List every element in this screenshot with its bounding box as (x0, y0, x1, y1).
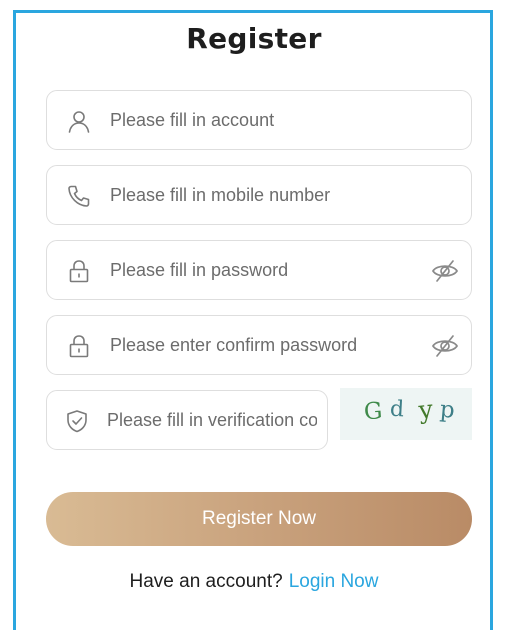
eye-slash-icon[interactable] (431, 259, 459, 283)
mobile-field[interactable]: Please fill in mobile number (46, 165, 472, 225)
captcha-char: y (416, 394, 435, 425)
password-field[interactable]: Please fill in password (46, 240, 472, 300)
captcha-image[interactable]: G d y p (340, 388, 472, 440)
verification-field[interactable]: Please fill in verification code (46, 390, 328, 450)
captcha-char: G (363, 398, 383, 425)
captcha-char: d (389, 397, 404, 423)
password-placeholder: Please fill in password (110, 260, 289, 280)
have-account-text: Have an account? (129, 571, 283, 592)
confirm-password-placeholder: Please enter confirm password (110, 335, 358, 355)
register-now-button[interactable]: Register Now (46, 492, 472, 546)
login-now-link[interactable]: Login Now (289, 571, 379, 592)
mobile-placeholder: Please fill in mobile number (110, 185, 331, 205)
login-prompt: Have an account? Login Now (0, 571, 508, 593)
confirm-password-field[interactable]: Please enter confirm password (46, 315, 472, 375)
page-title: Register (186, 22, 322, 55)
phone-icon (67, 184, 91, 208)
verification-placeholder: Please fill in verification code (107, 410, 317, 430)
lock-icon (67, 334, 91, 358)
account-placeholder: Please fill in account (110, 110, 275, 130)
eye-slash-icon[interactable] (431, 334, 459, 358)
account-field[interactable]: Please fill in account (46, 90, 472, 150)
captcha-char: p (439, 397, 456, 424)
shield-check-icon (65, 409, 89, 433)
user-icon (67, 109, 91, 133)
lock-icon (67, 259, 91, 283)
